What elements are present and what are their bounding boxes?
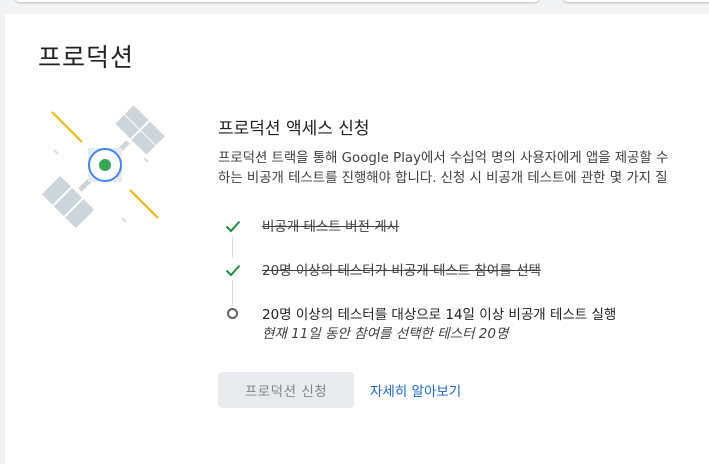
card-title: 프로덕션 액세스 신청 (218, 119, 370, 139)
step-label: 20명 이상의 테스터가 비공개 테스트 참여를 선택 (262, 263, 541, 279)
step-connector (232, 236, 233, 258)
top-card-left (14, 0, 540, 2)
step-label: 비공개 테스트 버전 게시 (262, 219, 400, 235)
apply-production-button[interactable]: 프로덕션 신청 (218, 372, 354, 408)
check-icon (225, 220, 241, 233)
step-detail: 현재 11일 동안 참여를 선택한 테스터 20명 (262, 326, 509, 342)
step-label: 20명 이상의 테스터를 대상으로 14일 이상 비공개 테스트 실행 (262, 307, 617, 323)
description-line: 프로덕션 트랙을 통해 Google Play에서 수십억 명의 사용자에게 앱… (218, 151, 669, 166)
step-connector (232, 280, 233, 306)
page-title: 프로덕션 (38, 43, 135, 72)
check-icon (225, 264, 241, 277)
circle-icon (227, 308, 238, 319)
card-description: 프로덕션 트랙을 통해 Google Play에서 수십억 명의 사용자에게 앱… (218, 149, 708, 189)
top-card-right (562, 0, 709, 2)
production-card (5, 14, 709, 464)
description-line: 하는 비공개 테스트를 진행해야 합니다. 신청 시 비공개 테스트에 관한 몇… (218, 171, 668, 186)
learn-more-link[interactable]: 자세히 알아보기 (370, 380, 461, 400)
satellite-icon (41, 105, 165, 229)
